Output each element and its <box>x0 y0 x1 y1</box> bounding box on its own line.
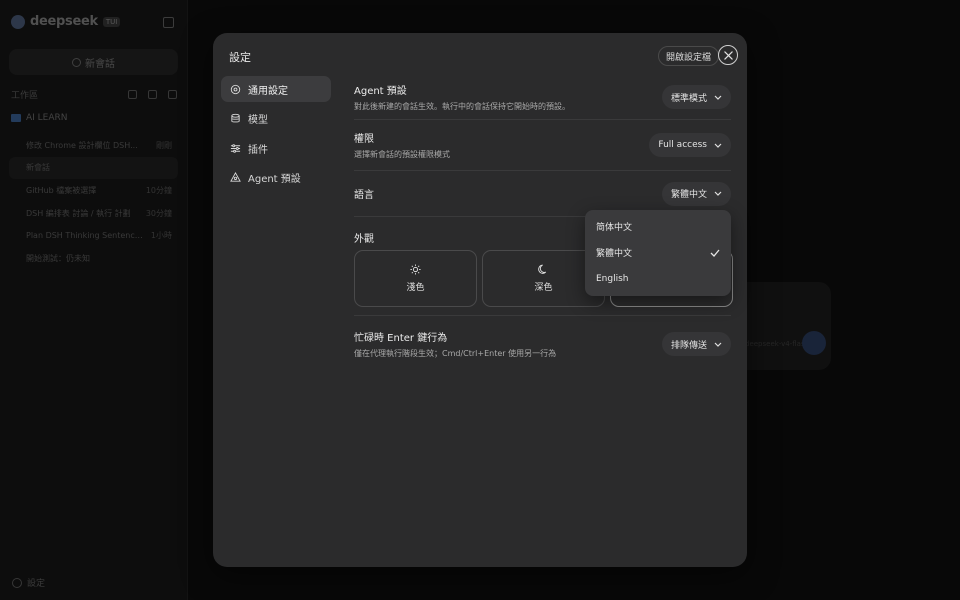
setting-label: 權限 <box>354 134 374 145</box>
agent-preset-select[interactable]: 標準模式 <box>661 85 731 109</box>
permission-select[interactable]: Full access <box>649 133 731 157</box>
nav-item-plugins[interactable]: 插件 <box>221 135 331 161</box>
select-value: 繁體中文 <box>670 190 707 200</box>
close-button[interactable] <box>718 45 738 65</box>
setting-label: Agent 預設 <box>354 86 407 97</box>
setting-row-permission: 權限 選擇新會話的預設權限模式 Full access <box>354 120 731 171</box>
language-option-label: 繁體中文 <box>596 249 633 260</box>
theme-option-label: 深色 <box>534 283 553 293</box>
settings-nav: 通用設定 模型 插件 Agent 預設 <box>221 76 331 194</box>
sliders-icon <box>230 143 241 153</box>
chevron-down-icon <box>714 191 722 196</box>
sun-icon <box>410 264 421 275</box>
enter-behavior-select[interactable]: 排隊傳送 <box>661 332 731 356</box>
setting-row-enter-behavior: 忙碌時 Enter 鍵行為 僅在代理執行階段生效；Cmd/Ctrl+Enter … <box>354 316 731 372</box>
chevron-down-icon <box>714 143 722 148</box>
setting-description: 對此後新建的會話生效。執行中的會話保持它開始時的預設。 <box>354 102 570 111</box>
nav-item-label: 模型 <box>248 115 268 126</box>
open-config-button[interactable]: 開啟設定檔 <box>658 46 720 66</box>
chevron-down-icon <box>714 95 722 100</box>
close-icon <box>723 50 733 60</box>
language-option-label: 简体中文 <box>596 222 633 233</box>
language-dropdown-menu: 简体中文 繁體中文 English <box>585 210 731 296</box>
select-value: 排隊傳送 <box>670 340 707 351</box>
setting-label: 語言 <box>354 190 374 201</box>
select-value: 標準模式 <box>670 93 707 104</box>
settings-modal: 設定 開啟設定檔 通用設定 模型 插件 Agent 預設 Agent 預設 對此… <box>213 33 747 567</box>
setting-description: 僅在代理執行階段生效；Cmd/Ctrl+Enter 使用另一行為 <box>354 349 557 358</box>
modal-title: 設定 <box>229 51 251 64</box>
nav-item-label: Agent 預設 <box>248 174 301 185</box>
select-value: Full access <box>658 140 707 150</box>
language-option[interactable]: 简体中文 <box>588 213 728 240</box>
setting-description: 選擇新會話的預設權限模式 <box>354 150 450 159</box>
language-option-label: English <box>596 274 629 285</box>
moon-icon <box>538 264 547 274</box>
setting-label: 忙碌時 Enter 鍵行為 <box>354 333 448 344</box>
nav-item-label: 插件 <box>248 144 268 156</box>
agent-icon <box>230 172 241 182</box>
theme-option-label: 淺色 <box>406 283 425 293</box>
setting-label: 外觀 <box>354 234 374 245</box>
database-icon <box>231 113 240 123</box>
nav-item-agent-preset[interactable]: Agent 預設 <box>221 165 331 191</box>
chevron-down-icon <box>714 342 722 347</box>
language-option[interactable]: 繁體中文 <box>588 240 728 267</box>
theme-option-light[interactable]: 淺色 <box>354 250 477 307</box>
setting-row-agent-preset: Agent 預設 對此後新建的會話生效。執行中的會話保持它開始時的預設。 標準模… <box>354 75 731 120</box>
language-option[interactable]: English <box>588 266 728 293</box>
nav-item-model[interactable]: 模型 <box>221 106 331 132</box>
language-select[interactable]: 繁體中文 <box>661 181 731 206</box>
nav-item-label: 通用設定 <box>248 85 288 97</box>
gear-icon <box>230 84 241 94</box>
nav-item-general[interactable]: 通用設定 <box>221 76 331 102</box>
checkmark-icon <box>710 249 720 257</box>
